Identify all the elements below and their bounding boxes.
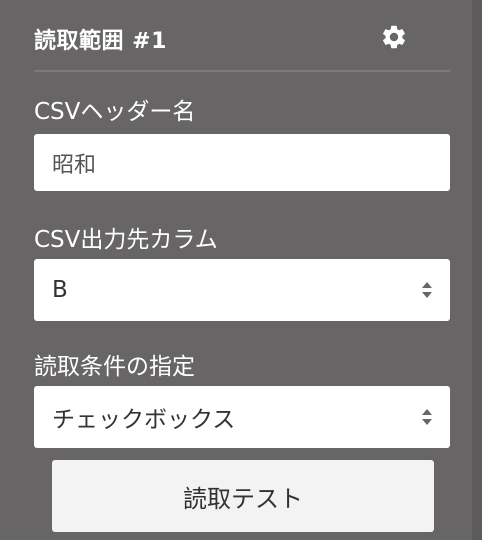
read-test-button[interactable]: 読取テスト (52, 460, 434, 532)
csv-header-label: CSVヘッダー名 (34, 99, 196, 125)
panel-title: 読取範囲 #1 (34, 29, 167, 54)
gear-icon (383, 25, 405, 49)
csv-column-label: CSV出力先カラム (34, 227, 218, 253)
select-arrows-icon (422, 282, 432, 298)
read-test-button-label: 読取テスト (183, 484, 303, 513)
reading-range-panel: 読取範囲 #1 CSVヘッダー名 昭和 CSV出力先カラム B 読取条件の指定 … (0, 0, 482, 540)
settings-button[interactable] (378, 21, 410, 53)
read-condition-select[interactable]: チェックボックス (34, 386, 450, 448)
header-divider (34, 70, 450, 72)
panel-edge (472, 0, 482, 540)
csv-header-input[interactable]: 昭和 (34, 134, 450, 191)
panel-header: 読取範囲 #1 (34, 16, 450, 60)
read-condition-value: チェックボックス (52, 407, 236, 433)
csv-column-select[interactable]: B (34, 259, 450, 321)
csv-column-value: B (52, 277, 68, 303)
csv-header-value: 昭和 (52, 152, 97, 178)
read-condition-label: 読取条件の指定 (34, 354, 195, 380)
select-arrows-icon (422, 409, 432, 425)
